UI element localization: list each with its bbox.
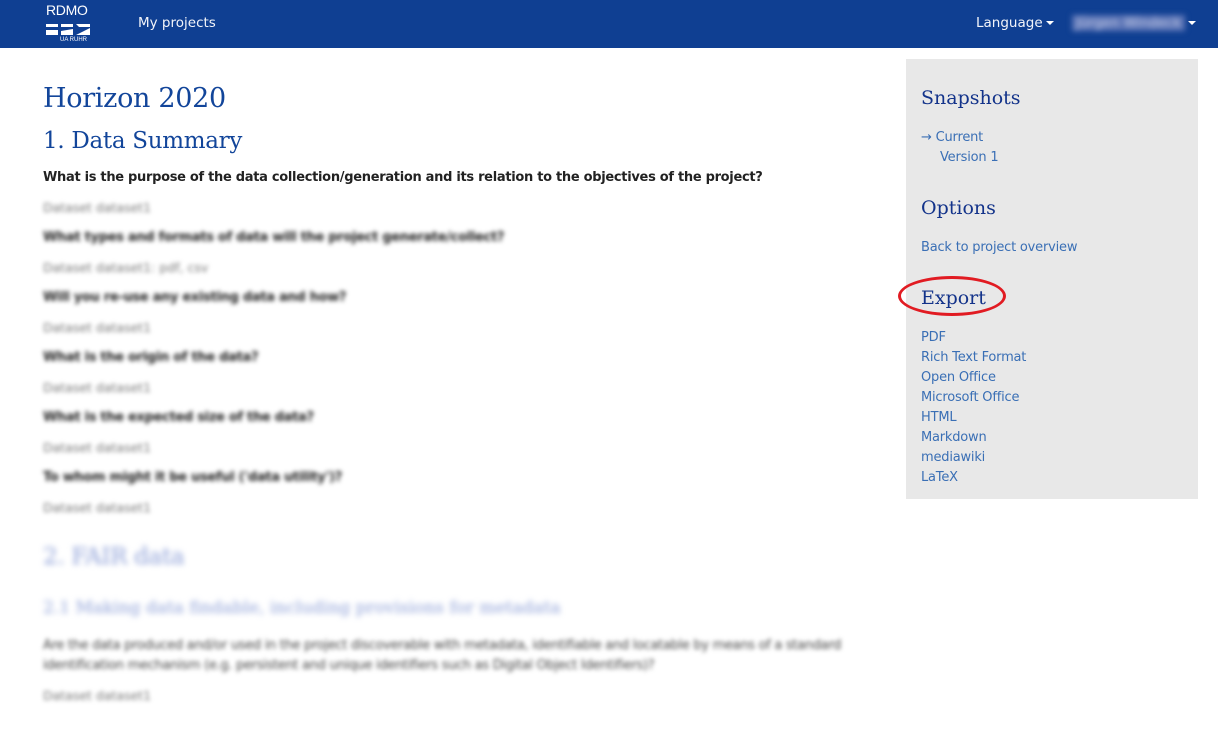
ua-ruhr-logo-icon	[46, 24, 90, 35]
answer-text: Dataset dataset1: pdf, csv	[43, 260, 209, 275]
top-navbar: RDMO UA RUHR My projects Language Jürgen…	[0, 0, 1218, 48]
project-answers-view: Horizon 2020 1. Data Summary What is the…	[43, 60, 883, 706]
annotation-highlight-ellipse	[898, 276, 1006, 316]
caret-down-icon	[1045, 21, 1054, 25]
export-latex-link[interactable]: LaTeX	[921, 470, 958, 485]
question-text: What is the origin of the data?	[43, 350, 259, 365]
back-to-project-overview-link[interactable]: Back to project overview	[921, 240, 1077, 255]
question-list: What is the purpose of the data collecti…	[43, 168, 883, 518]
answer-text: Dataset dataset1	[43, 380, 152, 395]
answer-text: Dataset dataset1	[43, 688, 152, 703]
answer-text: Dataset dataset1	[43, 200, 152, 215]
language-dropdown[interactable]: Language	[976, 15, 1054, 31]
user-name: Jürgen Windeck	[1072, 15, 1186, 31]
section-heading: 2. FAIR data	[43, 544, 185, 570]
rdmo-logo[interactable]: RDMO UA RUHR	[45, 2, 91, 46]
page-title: Horizon 2020	[43, 83, 226, 114]
answer-text: Dataset dataset1	[43, 440, 152, 455]
export-pdf-link[interactable]: PDF	[921, 330, 946, 345]
section-heading: 1. Data Summary	[43, 128, 243, 154]
question-text: What is the expected size of the data?	[43, 410, 314, 425]
question-text: Will you re-use any existing data and ho…	[43, 290, 347, 305]
export-rtf-link[interactable]: Rich Text Format	[921, 350, 1026, 365]
caret-down-icon	[1188, 21, 1197, 25]
arrow-right-icon: →	[921, 130, 932, 145]
snapshot-label: Current	[935, 130, 984, 145]
question-text: What is the purpose of the data collecti…	[43, 170, 763, 185]
question-text: What types and formats of data will the …	[43, 230, 505, 245]
logo-title: RDMO	[46, 2, 88, 18]
user-menu-dropdown[interactable]: Jürgen Windeck	[1072, 15, 1197, 31]
snapshot-current-link[interactable]: → Current	[921, 130, 983, 145]
export-docx-link[interactable]: Microsoft Office	[921, 390, 1019, 405]
export-html-link[interactable]: HTML	[921, 410, 957, 425]
question-text: To whom might it be useful ('data utilit…	[43, 470, 343, 485]
export-mediawiki-link[interactable]: mediawiki	[921, 450, 985, 465]
answer-text: Dataset dataset1	[43, 320, 152, 335]
export-odt-link[interactable]: Open Office	[921, 370, 996, 385]
answer-text: Dataset dataset1	[43, 500, 152, 515]
snapshot-version-1-link[interactable]: Version 1	[940, 150, 999, 165]
options-heading: Options	[921, 197, 996, 219]
language-label: Language	[976, 15, 1043, 31]
question-text: Are the data produced and/or used in the…	[43, 638, 842, 673]
my-projects-link[interactable]: My projects	[138, 15, 216, 31]
export-markdown-link[interactable]: Markdown	[921, 430, 987, 445]
logo-subtitle: UA RUHR	[60, 37, 88, 43]
snapshots-heading: Snapshots	[921, 87, 1021, 109]
subsection-heading: 2.1 Making data findable, including prov…	[43, 598, 561, 618]
